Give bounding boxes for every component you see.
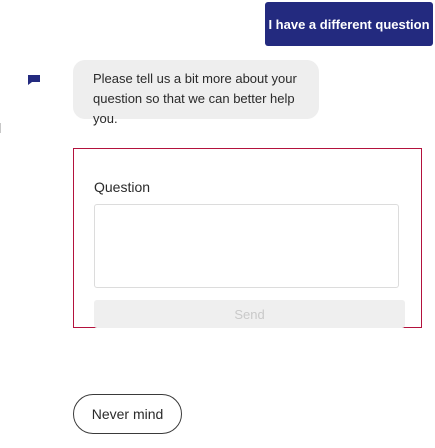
bot-message-bubble: Please tell us a bit more about your que… bbox=[73, 60, 319, 126]
question-textarea[interactable] bbox=[94, 204, 399, 288]
bot-message-text: Please tell us a bit more about your que… bbox=[93, 71, 297, 126]
left-edge-mark bbox=[0, 123, 1, 133]
question-form-card: Question Send bbox=[73, 148, 422, 328]
user-reply-chip[interactable]: I have a different question bbox=[265, 2, 433, 46]
user-reply-label: I have a different question bbox=[268, 16, 430, 32]
never-mind-button[interactable]: Never mind bbox=[73, 394, 182, 434]
send-button[interactable]: Send bbox=[94, 300, 405, 328]
question-label: Question bbox=[94, 179, 151, 195]
chat-bot-icon bbox=[28, 75, 40, 85]
bot-message-row: Please tell us a bit more about your que… bbox=[0, 60, 435, 126]
